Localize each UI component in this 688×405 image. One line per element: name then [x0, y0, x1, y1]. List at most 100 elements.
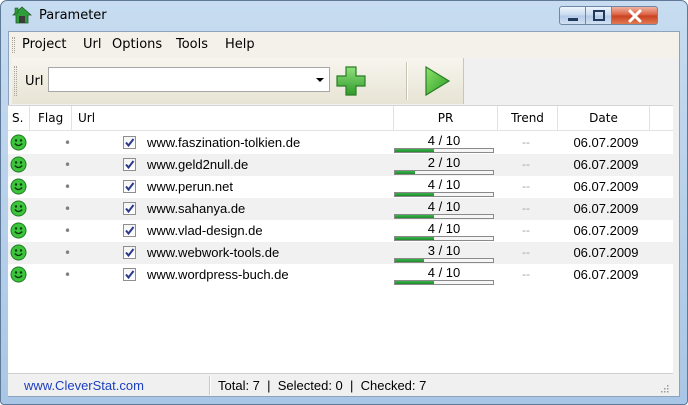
row-checkbox[interactable]: [123, 224, 136, 237]
table-row[interactable]: • www.perun.net 4 / 10 -- 06.07.2009: [8, 176, 673, 198]
pagerank-bar: [394, 192, 494, 197]
pagerank-bar: [394, 236, 494, 241]
trend-cell: --: [522, 268, 530, 281]
column-url[interactable]: Url: [72, 106, 394, 131]
pagerank-fill: [395, 193, 435, 196]
pagerank-cell: 4 / 10: [394, 200, 494, 219]
maximize-button[interactable]: [586, 6, 612, 25]
pagerank-cell: 3 / 10: [394, 244, 494, 263]
table-row[interactable]: • www.faszination-tolkien.de 4 / 10 -- 06.07…: [8, 132, 673, 154]
table-row[interactable]: • www.wordpress-buch.de 4 / 10 -- 06.07.2009: [8, 264, 673, 286]
url-cell[interactable]: www.geld2null.de: [147, 154, 248, 176]
smiley-icon: [10, 178, 27, 195]
menu-help[interactable]: Help: [225, 37, 255, 52]
pagerank-bar: [394, 148, 494, 153]
pagerank-bar: [394, 258, 494, 263]
pagerank-fill: [395, 281, 435, 284]
flag-cell: •: [64, 136, 72, 150]
table-row[interactable]: • www.geld2null.de 2 / 10 -- 06.07.2009: [8, 154, 673, 176]
table-row[interactable]: • www.vlad-design.de 4 / 10 -- 06.07.2009: [8, 220, 673, 242]
trend-cell: --: [522, 180, 530, 193]
url-input[interactable]: [51, 70, 309, 89]
pagerank-value: 3 / 10: [427, 243, 461, 258]
row-checkbox[interactable]: [123, 268, 136, 281]
pagerank-fill: [395, 259, 425, 262]
url-toolbar: Url: [12, 58, 464, 104]
close-icon: [628, 9, 642, 23]
pagerank-fill: [395, 171, 415, 174]
minimize-icon: [568, 18, 578, 21]
trend-cell: --: [522, 224, 530, 237]
flag-cell: •: [64, 158, 72, 172]
pagerank-value: 4 / 10: [427, 133, 461, 148]
minimize-button[interactable]: [559, 6, 586, 25]
row-checkbox[interactable]: [123, 202, 136, 215]
smiley-icon: [10, 134, 27, 151]
url-cell[interactable]: www.wordpress-buch.de: [147, 264, 289, 286]
url-cell[interactable]: www.vlad-design.de: [147, 220, 263, 242]
row-checkbox[interactable]: [123, 246, 136, 259]
toolbar-grip[interactable]: [14, 66, 17, 96]
menu-tools[interactable]: Tools: [176, 37, 208, 52]
smiley-icon: [10, 156, 27, 173]
flag-cell: •: [64, 246, 72, 260]
column-flag[interactable]: Flag: [30, 106, 72, 131]
pagerank-value: 4 / 10: [427, 199, 461, 214]
title-bar[interactable]: Parameter: [1, 1, 687, 31]
smiley-icon: [10, 200, 27, 217]
chevron-down-icon[interactable]: [310, 68, 330, 91]
column-pr[interactable]: PR: [394, 106, 498, 131]
menubar-grip[interactable]: [12, 37, 15, 53]
flag-cell: •: [64, 202, 72, 216]
pagerank-value: 2 / 10: [427, 155, 461, 170]
url-combobox[interactable]: [48, 67, 330, 92]
menu-project[interactable]: Project: [22, 37, 66, 52]
date-cell: 06.07.2009: [573, 245, 639, 260]
flag-cell: •: [64, 180, 72, 194]
website-link[interactable]: www.CleverStat.com: [24, 378, 144, 393]
pagerank-bar: [394, 170, 494, 175]
checkmark-icon: [125, 182, 135, 192]
checkmark-icon: [125, 204, 135, 214]
trend-cell: --: [522, 246, 530, 259]
resize-grip-icon[interactable]: [659, 383, 669, 393]
selection-stats: Total: 7 | Selected: 0 | Checked: 7: [218, 378, 427, 393]
pagerank-cell: 4 / 10: [394, 178, 494, 197]
checkmark-icon: [125, 226, 135, 236]
column-status[interactable]: S.: [8, 106, 30, 131]
pagerank-cell: 4 / 10: [394, 134, 494, 153]
main-window: Parameter Project Url Options Tools Help…: [0, 0, 688, 405]
url-cell[interactable]: www.faszination-tolkien.de: [147, 132, 300, 154]
close-button[interactable]: [612, 6, 658, 25]
smiley-icon: [10, 266, 27, 283]
url-cell[interactable]: www.perun.net: [147, 176, 233, 198]
date-cell: 06.07.2009: [573, 135, 639, 150]
date-cell: 06.07.2009: [573, 201, 639, 216]
column-trend[interactable]: Trend: [498, 106, 558, 131]
row-checkbox[interactable]: [123, 158, 136, 171]
list-header: S. Flag Url PR Trend Date: [8, 106, 673, 131]
menu-options[interactable]: Options: [112, 37, 162, 52]
row-checkbox[interactable]: [123, 136, 136, 149]
pagerank-fill: [395, 215, 435, 218]
smiley-icon: [10, 222, 27, 239]
play-icon[interactable]: [422, 65, 452, 97]
row-checkbox[interactable]: [123, 180, 136, 193]
menu-url[interactable]: Url: [83, 37, 101, 52]
table-row[interactable]: • www.webwork-tools.de 3 / 10 -- 06.07.2009: [8, 242, 673, 264]
date-cell: 06.07.2009: [573, 223, 639, 238]
pagerank-bar: [394, 280, 494, 285]
plus-icon[interactable]: [334, 64, 368, 98]
url-cell[interactable]: www.sahanya.de: [147, 198, 245, 220]
flag-cell: •: [64, 224, 72, 238]
pagerank-cell: 4 / 10: [394, 266, 494, 285]
checkmark-icon: [125, 160, 135, 170]
table-row[interactable]: • www.sahanya.de 4 / 10 -- 06.07.2009: [8, 198, 673, 220]
trend-cell: --: [522, 136, 530, 149]
pagerank-cell: 2 / 10: [394, 156, 494, 175]
url-cell[interactable]: www.webwork-tools.de: [147, 242, 279, 264]
flag-cell: •: [64, 268, 72, 282]
status-bar: www.CleverStat.com Total: 7 | Selected: …: [8, 373, 673, 396]
url-list[interactable]: S. Flag Url PR Trend Date • www.faszinati…: [8, 105, 673, 373]
column-date[interactable]: Date: [558, 106, 650, 131]
